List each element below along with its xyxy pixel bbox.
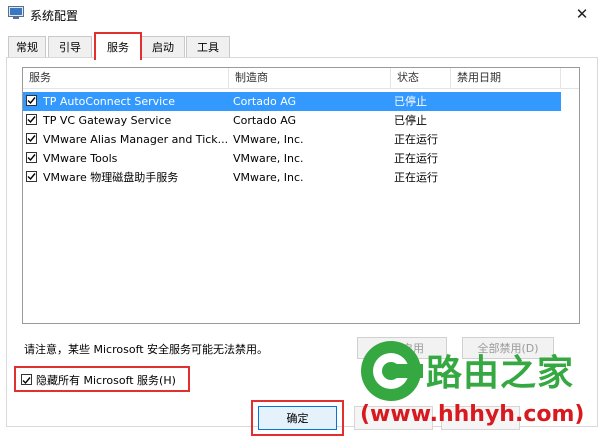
service-checkbox[interactable] [26, 114, 37, 125]
service-vendor: VMware, Inc. [233, 152, 304, 165]
service-status: 正在运行 [394, 133, 438, 146]
table-row[interactable]: TP VC Gateway Service Cortado AG 已停止 [23, 111, 579, 130]
service-name: VMware Tools [43, 152, 118, 165]
service-vendor: Cortado AG [233, 95, 297, 108]
tab-startup[interactable]: 启动 [141, 36, 185, 57]
tab-general[interactable]: 常规 [8, 36, 46, 57]
watermark-url: (www.hhhyh.com) [360, 402, 585, 427]
service-status: 已停止 [394, 114, 427, 127]
table-row[interactable]: VMware Tools VMware, Inc. 正在运行 [23, 149, 579, 168]
tab-boot[interactable]: 引导 [48, 36, 92, 57]
window-title: 系统配置 [30, 9, 79, 23]
tab-tools[interactable]: 工具 [186, 36, 230, 57]
service-status: 已停止 [394, 95, 427, 108]
service-name: VMware 物理磁盘助手服务 [43, 171, 179, 184]
service-checkbox[interactable] [26, 152, 37, 163]
table-row[interactable]: TP AutoConnect Service Cortado AG 已停止 [23, 92, 561, 111]
service-checkbox[interactable] [26, 133, 37, 144]
service-name: TP VC Gateway Service [43, 114, 172, 127]
close-icon: ✕ [575, 5, 589, 23]
service-status: 正在运行 [394, 152, 438, 165]
list-header: 服务 制造商 状态 禁用日期 [23, 68, 579, 89]
table-row[interactable]: VMware 物理磁盘助手服务 VMware, Inc. 正在运行 [23, 168, 579, 187]
service-vendor: VMware, Inc. [233, 133, 304, 146]
service-name: TP AutoConnect Service [43, 95, 176, 108]
service-checkbox[interactable] [26, 171, 37, 182]
service-vendor: Cortado AG [233, 114, 297, 127]
table-row[interactable]: VMware Alias Manager and Tick... VMware,… [23, 130, 579, 149]
title-bar: 系统配置 ✕ [0, 0, 604, 28]
tab-services[interactable]: 服务 [94, 32, 142, 60]
router-home-logo-icon [361, 341, 423, 401]
column-header-service[interactable]: 服务 [23, 68, 229, 88]
tab-bar: 常规 引导 服务 启动 工具 [0, 30, 604, 60]
column-header-vendor[interactable]: 制造商 [229, 68, 391, 88]
service-vendor: VMware, Inc. [233, 171, 304, 184]
service-status: 正在运行 [394, 171, 438, 184]
ok-button[interactable]: 确定 [258, 406, 337, 430]
close-button[interactable]: ✕ [560, 0, 604, 28]
column-header-status[interactable]: 状态 [391, 68, 451, 88]
services-list[interactable]: 服务 制造商 状态 禁用日期 TP AutoConnect Service Co… [22, 67, 580, 324]
service-checkbox[interactable] [26, 95, 37, 106]
service-name: VMware Alias Manager and Tick... [43, 133, 227, 146]
security-note: 请注意，某些 Microsoft 安全服务可能无法禁用。 [24, 343, 269, 356]
hide-ms-checkbox[interactable] [21, 374, 32, 385]
watermark-name: 路由之家 [426, 353, 575, 394]
hide-ms-label[interactable]: 隐藏所有 Microsoft 服务(H) [36, 372, 176, 388]
msconfig-icon [8, 6, 24, 19]
column-header-disabled-date[interactable]: 禁用日期 [451, 68, 561, 88]
